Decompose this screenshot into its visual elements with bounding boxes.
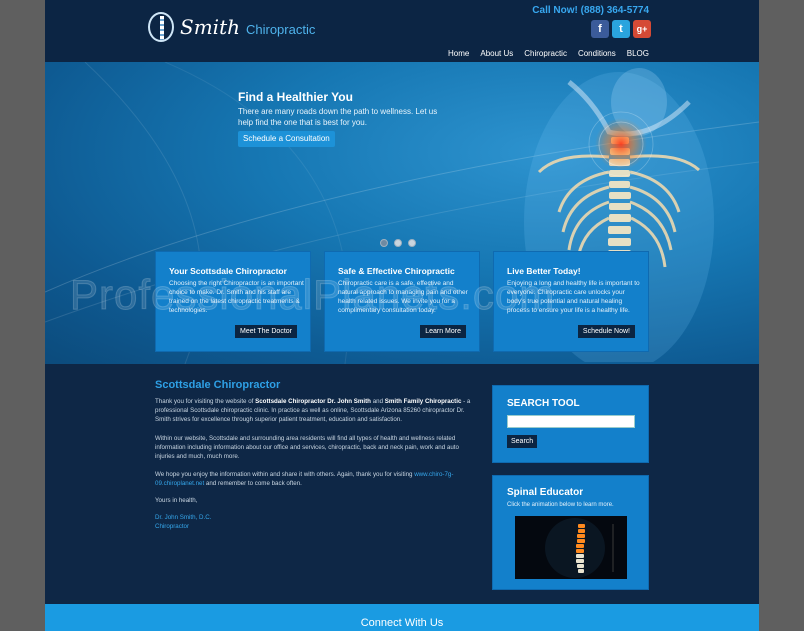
hero-text: There are many roads down the path to we… <box>238 107 438 127</box>
slider-dot-1[interactable] <box>380 239 388 247</box>
twitter-icon[interactable]: t <box>612 20 630 38</box>
meet-the-doctor-button[interactable]: Meet The Doctor <box>234 325 297 338</box>
spine-logo-icon <box>148 12 174 42</box>
connect-with-us-heading: Connect With Us <box>360 617 444 629</box>
main-heading: Scottsdale Chiropractor <box>155 379 281 391</box>
website-paragraph: Within our website, Scottsdale and surro… <box>155 435 459 460</box>
spinal-educator-widget: Spinal Educator Click the animation belo… <box>492 475 649 590</box>
left-gutter <box>0 0 45 631</box>
signature-name: Dr. John Smith, D.C. <box>155 514 212 521</box>
nav-about-us[interactable]: About Us <box>480 49 513 58</box>
watermark: ProfessionalPlanets.com <box>69 271 556 319</box>
site-logo[interactable]: Smith Chiropractic <box>148 12 315 42</box>
logo-text: Chiropractic <box>245 21 316 37</box>
closing-text: Yours in health, <box>155 497 198 504</box>
hero-title: Find a Healthier You <box>238 90 353 104</box>
nav-conditions[interactable]: Conditions <box>578 49 616 58</box>
slider-dots <box>380 239 416 247</box>
spine-animation-image <box>515 516 627 579</box>
educator-text: Click the animation below to learn more. <box>507 502 614 508</box>
call-now-phone[interactable]: Call Now! (888) 364-5774 <box>532 5 649 16</box>
educator-title: Spinal Educator <box>507 487 584 498</box>
social-links: f t g+ <box>591 20 651 38</box>
search-widget: SEARCH TOOL Search <box>492 385 649 463</box>
learn-more-button[interactable]: Learn More <box>420 325 466 338</box>
schedule-consultation-button[interactable]: Schedule a Consultation <box>238 131 335 147</box>
main-nav: Home About Us Chiropractic Conditions BL… <box>448 49 649 58</box>
footer-bar: Connect With Us <box>45 604 759 631</box>
slider-dot-2[interactable] <box>394 239 402 247</box>
google-plus-icon[interactable]: g+ <box>633 20 651 38</box>
intro-paragraph: Thank you for visiting the website of Sc… <box>155 398 471 423</box>
slider-dot-3[interactable] <box>408 239 416 247</box>
right-gutter <box>759 0 804 631</box>
nav-blog[interactable]: BLOG <box>627 49 649 58</box>
search-button[interactable]: Search <box>507 435 538 448</box>
facebook-icon[interactable]: f <box>591 20 609 38</box>
search-title: SEARCH TOOL <box>507 398 580 409</box>
nav-home[interactable]: Home <box>448 49 469 58</box>
spinal-animation[interactable] <box>515 516 627 579</box>
thanks-paragraph: We hope you enjoy the information within… <box>155 471 454 487</box>
schedule-now-button[interactable]: Schedule Now! <box>577 325 635 338</box>
site-header: Smith Chiropractic Call Now! (888) 364-5… <box>45 0 759 62</box>
signature-title: Chiropractor <box>155 523 190 530</box>
search-input[interactable] <box>507 415 635 428</box>
nav-chiropractic[interactable]: Chiropractic <box>524 49 567 58</box>
logo-text-script: Smith <box>180 15 240 39</box>
